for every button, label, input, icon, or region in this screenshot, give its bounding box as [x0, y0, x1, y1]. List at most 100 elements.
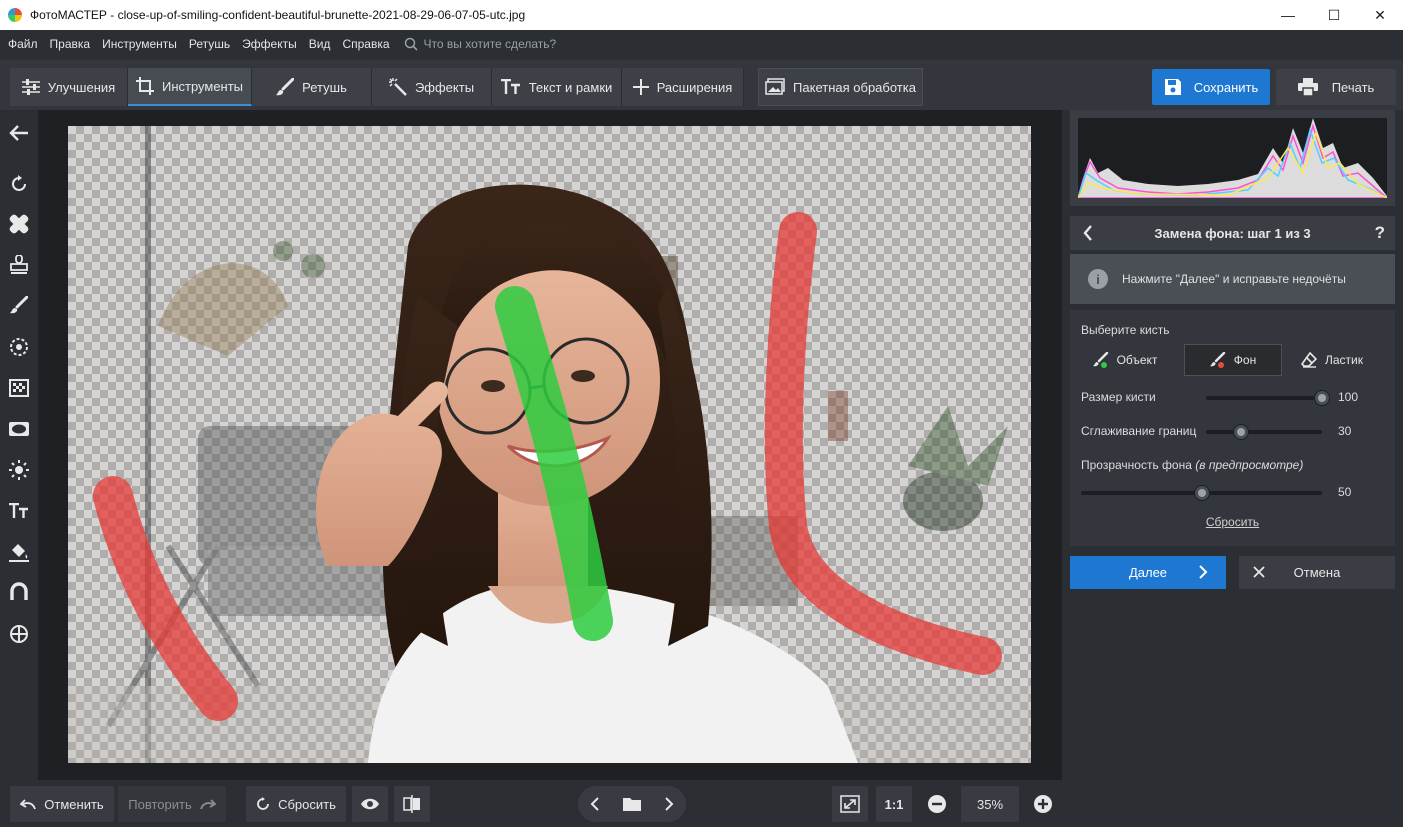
vignette-icon[interactable] — [7, 417, 31, 441]
tab-retouch[interactable]: Ретушь — [252, 68, 372, 106]
canvas-area[interactable] — [38, 110, 1062, 780]
target-icon[interactable] — [7, 335, 31, 359]
tab-effects-label: Эффекты — [414, 79, 475, 95]
smoothing-slider[interactable] — [1206, 430, 1322, 434]
magnet-lasso-icon[interactable] — [7, 580, 31, 604]
preview-eye-button[interactable] — [352, 786, 388, 822]
eye-icon — [361, 798, 379, 810]
tab-extensions[interactable]: Расширения — [622, 68, 744, 106]
zoom-in-button[interactable] — [1026, 786, 1060, 822]
rotate-icon[interactable] — [7, 172, 31, 196]
sun-icon[interactable] — [7, 458, 31, 482]
prev-image-icon[interactable] — [590, 797, 600, 811]
print-label: Печать — [1331, 79, 1375, 95]
save-button[interactable]: Сохранить — [1152, 69, 1270, 105]
opacity-note: (в предпросмотре) — [1195, 458, 1304, 472]
info-icon: i — [1088, 269, 1108, 289]
reset-button[interactable]: Сбросить — [246, 786, 346, 822]
cancel-button[interactable]: Отмена — [1239, 556, 1395, 589]
minimize-button[interactable]: — — [1265, 0, 1311, 30]
right-panel: Замена фона: шаг 1 из 3 ? i Нажмите "Дал… — [1068, 110, 1403, 827]
settings-reset-link[interactable]: Сбросить — [1070, 515, 1395, 529]
compare-icon — [403, 795, 420, 813]
brush-object-button[interactable]: Объект — [1080, 344, 1170, 376]
zoom-out-button[interactable] — [920, 786, 954, 822]
print-button[interactable]: Печать — [1276, 69, 1396, 105]
next-label: Далее — [1128, 565, 1168, 580]
brush-tool-icon[interactable] — [7, 293, 31, 317]
next-button[interactable]: Далее — [1070, 556, 1226, 589]
images-icon — [765, 78, 785, 95]
folder-icon[interactable] — [622, 797, 641, 811]
reset-label: Сбросить — [278, 796, 336, 812]
photo-preview[interactable] — [68, 126, 1031, 763]
actual-size-button[interactable]: 1:1 — [876, 786, 912, 822]
cancel-label: Отмена — [1293, 565, 1341, 580]
maximize-button[interactable]: ☐ — [1311, 0, 1357, 30]
crosshair-icon[interactable] — [7, 622, 31, 646]
save-label: Сохранить — [1193, 79, 1259, 95]
brush-background-button[interactable]: Фон — [1184, 344, 1282, 376]
batch-processing-button[interactable]: Пакетная обработка — [758, 68, 923, 106]
next-image-icon[interactable] — [664, 797, 674, 811]
menu-file[interactable]: Файл — [8, 37, 38, 51]
menu-help[interactable]: Справка — [342, 37, 389, 51]
close-button[interactable]: ✕ — [1357, 0, 1403, 30]
tab-text-label: Текст и рамки — [528, 79, 613, 95]
histogram — [1070, 110, 1395, 206]
window-title: ФотоМАСТЕР - close-up-of-smiling-confide… — [30, 8, 526, 22]
tab-retouch-label: Ретушь — [302, 79, 347, 95]
brush-object-label: Объект — [1116, 353, 1158, 367]
title-bar: ФотоМАСТЕР - close-up-of-smiling-confide… — [0, 0, 1403, 30]
opacity-thumb[interactable] — [1194, 486, 1209, 500]
menu-edit[interactable]: Правка — [50, 37, 91, 51]
compare-button[interactable] — [394, 786, 430, 822]
search-placeholder: Что вы хотите сделать? — [423, 37, 557, 51]
smoothing-thumb[interactable] — [1233, 425, 1248, 439]
left-tool-bar — [0, 110, 38, 780]
text-tool-icon[interactable] — [7, 499, 31, 523]
opacity-value: 50 — [1338, 485, 1352, 499]
menu-bar: Файл Правка Инструменты Ретушь Эффекты В… — [0, 30, 1403, 58]
fill-bucket-icon[interactable] — [7, 540, 31, 564]
fit-screen-button[interactable] — [832, 786, 868, 822]
menu-view[interactable]: Вид — [309, 37, 331, 51]
brush-size-thumb[interactable] — [1315, 391, 1329, 405]
tab-text-frames[interactable]: Текст и рамки — [492, 68, 622, 106]
tab-tools-label: Инструменты — [161, 78, 244, 94]
zoom-in-icon — [1034, 795, 1052, 813]
brush-eraser-button[interactable]: Ластик — [1292, 344, 1372, 376]
app-logo-icon — [8, 8, 22, 22]
redo-icon — [199, 799, 216, 810]
menu-search[interactable]: Что вы хотите сделать? — [404, 37, 557, 51]
step-title: Замена фона: шаг 1 из 3 — [1154, 225, 1311, 241]
tab-effects[interactable]: Эффекты — [372, 68, 492, 106]
reset-icon — [257, 797, 269, 810]
stamp-icon[interactable] — [7, 253, 31, 277]
bandage-icon[interactable] — [7, 212, 31, 236]
hint-text: Нажмите "Далее" и исправьте недочёты — [1122, 272, 1346, 286]
menu-retouch[interactable]: Ретушь — [189, 37, 230, 51]
tab-extensions-label: Расширения — [656, 79, 733, 95]
menu-effects[interactable]: Эффекты — [242, 37, 297, 51]
brush-size-value: 100 — [1338, 390, 1359, 404]
grid-icon[interactable] — [7, 376, 31, 400]
redo-button[interactable]: Повторить — [118, 786, 226, 822]
menu-tools[interactable]: Инструменты — [102, 37, 177, 51]
back-arrow-icon[interactable] — [7, 121, 31, 145]
floppy-disk-icon — [1164, 79, 1181, 95]
main-toolbar: Улучшения Инструменты Ретушь Эффекты Тек… — [0, 60, 1403, 110]
sliders-icon — [21, 79, 40, 95]
hint-box: i Нажмите "Далее" и исправьте недочёты — [1070, 254, 1395, 304]
back-chevron-icon[interactable] — [1082, 224, 1094, 242]
brush-size-slider[interactable] — [1206, 396, 1322, 400]
tab-tools[interactable]: Инструменты — [128, 68, 252, 106]
help-button[interactable]: ? — [1375, 223, 1385, 243]
photo-illustration — [68, 126, 1031, 763]
printer-icon — [1297, 78, 1318, 96]
undo-button[interactable]: Отменить — [10, 786, 114, 822]
tab-enhance[interactable]: Улучшения — [10, 68, 128, 106]
smoothing-value: 30 — [1338, 424, 1352, 438]
brush-icon — [276, 78, 295, 96]
brush-section-label: Выберите кисть — [1081, 323, 1170, 337]
